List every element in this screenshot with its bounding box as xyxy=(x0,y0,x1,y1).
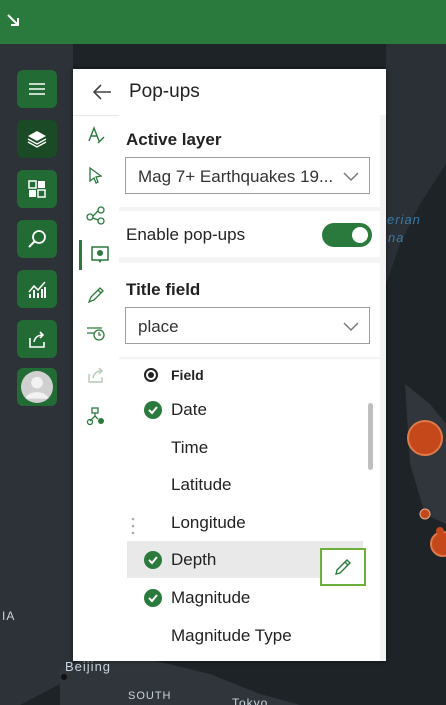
map-label-south: SOUTH xyxy=(128,690,172,702)
field-label: Date xyxy=(171,400,207,419)
map-label-erian: erian xyxy=(387,212,421,227)
popup-config-tab[interactable] xyxy=(79,240,117,270)
map-label-tokyo: Tokyo xyxy=(232,696,269,705)
enable-popups-section: Enable pop-ups xyxy=(119,211,380,257)
check-icon[interactable] xyxy=(144,551,162,569)
field-list-scrollbar[interactable] xyxy=(368,403,373,470)
export-icon xyxy=(88,367,103,383)
toggle-knob xyxy=(352,227,368,243)
basemap-button[interactable] xyxy=(17,170,57,208)
active-layer-label: Active layer xyxy=(126,130,222,149)
user-avatar xyxy=(21,371,53,403)
check-icon[interactable] xyxy=(144,589,162,607)
field-label: Magnitude Type xyxy=(171,626,292,645)
popup-icon xyxy=(90,246,109,263)
popups-panel: Pop-ups Active layer Mag 7+ Earthquakes … xyxy=(73,69,386,661)
edit-pencil-icon[interactable] xyxy=(86,285,106,305)
enable-popups-label: Enable pop-ups xyxy=(126,225,246,244)
panel-side-rail xyxy=(73,115,120,661)
field-label: Latitude xyxy=(171,475,232,494)
active-layer-section: Active layer Mag 7+ Earthquakes 19... xyxy=(119,115,380,207)
cursor-icon[interactable] xyxy=(86,165,106,185)
menu-button[interactable] xyxy=(17,70,57,108)
search-button[interactable] xyxy=(17,220,57,258)
pencil-icon xyxy=(335,559,351,575)
active-layer-select[interactable]: Mag 7+ Earthquakes 19... xyxy=(125,157,370,194)
title-field-section: Title field place xyxy=(119,263,380,357)
analysis-button[interactable] xyxy=(17,270,57,308)
field-list-section: Field Date Time Latitude Longitude Depth xyxy=(119,359,380,661)
chevron-down-icon xyxy=(343,172,359,182)
active-layer-value: Mag 7+ Earthquakes 19... xyxy=(138,167,334,186)
field-label: Magnitude xyxy=(171,588,251,607)
app-header xyxy=(0,0,446,44)
relationship-icon[interactable] xyxy=(86,205,106,225)
flow-settings-icon[interactable] xyxy=(86,406,106,426)
back-arrow-icon[interactable] xyxy=(91,81,113,103)
panel-title: Pop-ups xyxy=(129,81,200,102)
user-button[interactable] xyxy=(17,368,57,406)
chevron-down-icon xyxy=(343,322,359,332)
field-label: Time xyxy=(171,438,209,457)
enable-popups-toggle[interactable] xyxy=(322,223,372,247)
map-label-na: na xyxy=(388,230,405,245)
analysis-icon xyxy=(28,281,46,298)
search-icon xyxy=(28,230,46,248)
map-label-ia: IA xyxy=(2,609,16,623)
share-icon xyxy=(29,331,45,348)
field-label: Longitude xyxy=(171,513,246,532)
layers-button[interactable] xyxy=(17,120,57,158)
field-row-longitude[interactable]: Longitude xyxy=(127,504,363,541)
field-row-time[interactable]: Time xyxy=(127,429,363,466)
expand-icon[interactable] xyxy=(5,12,21,28)
drag-handle-icon[interactable] xyxy=(131,516,135,536)
field-header-row[interactable]: Field xyxy=(127,361,363,389)
title-field-label: Title field xyxy=(126,280,201,299)
text-style-icon[interactable] xyxy=(86,125,106,145)
menu-icon xyxy=(29,83,45,95)
edit-field-button[interactable] xyxy=(320,548,366,586)
field-header-label: Field xyxy=(171,367,204,383)
time-settings-icon[interactable] xyxy=(86,322,106,342)
field-row-date[interactable]: Date xyxy=(127,391,363,428)
field-label: Depth xyxy=(171,550,217,569)
field-row-magnitude-type[interactable]: Magnitude Type xyxy=(127,617,363,654)
title-field-value: place xyxy=(138,317,179,336)
panel-header: Pop-ups xyxy=(73,69,386,116)
share-button[interactable] xyxy=(17,320,57,358)
field-row-latitude[interactable]: Latitude xyxy=(127,466,363,503)
check-icon[interactable] xyxy=(144,401,162,419)
title-field-select[interactable]: place xyxy=(125,307,370,344)
select-all-radio[interactable] xyxy=(144,368,158,382)
map-label-beijing: Beijing xyxy=(65,659,112,674)
basemap-icon xyxy=(28,180,46,198)
layers-icon xyxy=(27,131,47,148)
